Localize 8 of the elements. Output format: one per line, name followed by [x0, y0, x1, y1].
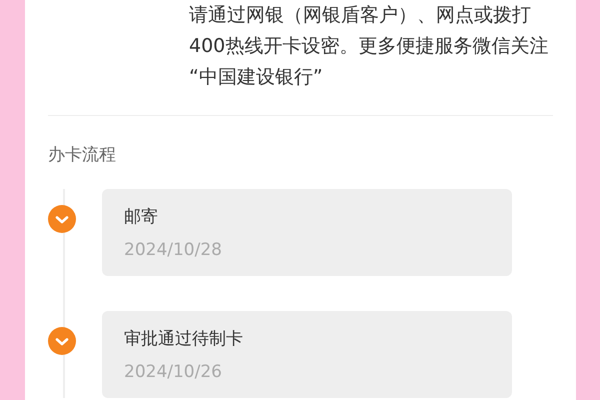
section-title: 办卡流程 — [48, 144, 117, 167]
notice-text: “中国建设银行” — [189, 65, 324, 90]
step-date: 2024/10/28 — [124, 239, 223, 261]
step-title: 邮寄 — [124, 206, 159, 229]
notice-text: 400热线开卡设密。更多便捷服务微信关注 — [189, 34, 550, 59]
step-date: 2024/10/26 — [124, 361, 223, 383]
notice-text: 请通过网银（网银盾客户）、网点或拨打 — [189, 3, 532, 28]
step-title: 审批通过待制卡 — [124, 328, 244, 351]
